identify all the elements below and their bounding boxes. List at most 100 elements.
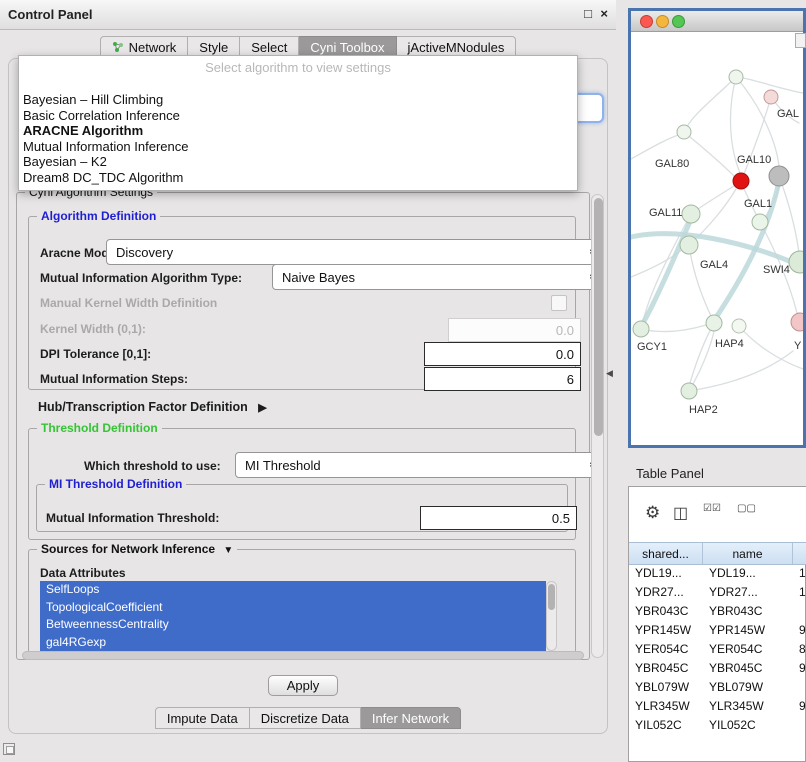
- column-header-2[interactable]: [793, 543, 806, 564]
- network-node[interactable]: [752, 214, 768, 230]
- table-cell[interactable]: YDL19...: [629, 563, 703, 582]
- network-node[interactable]: [732, 319, 746, 333]
- aracne-mode-combo[interactable]: Discovery ▲▼: [106, 239, 602, 265]
- network-node[interactable]: [764, 90, 778, 104]
- bottom-tab-discretize-data[interactable]: Discretize Data: [250, 707, 361, 729]
- table-row[interactable]: YPR145WYPR145W9.: [629, 620, 806, 639]
- table-cell[interactable]: YBL079W: [629, 677, 703, 696]
- apply-button[interactable]: Apply: [268, 675, 338, 696]
- table-cell[interactable]: YIL052C: [629, 715, 703, 734]
- algorithm-option-aracne-algorithm[interactable]: ARACNE Algorithm: [19, 123, 577, 139]
- settings-v-scrollbar-thumb[interactable]: [594, 198, 603, 436]
- settings-gear-icon[interactable]: ⚙: [645, 503, 660, 523]
- algorithm-option-bayesian-k2[interactable]: Bayesian – K2: [19, 154, 577, 170]
- hub-section-toggle[interactable]: Hub/Transcription Factor Definition ▶: [38, 400, 267, 414]
- minimize-traffic-light[interactable]: [656, 15, 669, 28]
- table-cell[interactable]: YPR145W: [629, 620, 703, 639]
- table-cell[interactable]: 9.: [793, 620, 806, 639]
- table-cell[interactable]: YLR345W: [703, 696, 793, 715]
- table-cell[interactable]: YIL052C: [703, 715, 793, 734]
- network-node[interactable]: [633, 321, 649, 337]
- bottom-tab-infer-network[interactable]: Infer Network: [361, 707, 461, 729]
- network-node[interactable]: [791, 313, 803, 331]
- attribute-item-topologicalcoefficient[interactable]: TopologicalCoefficient: [40, 599, 546, 617]
- table-cell[interactable]: 9.: [793, 658, 806, 677]
- algorithm-option-bayesian-hill-climbing[interactable]: Bayesian – Hill Climbing: [19, 92, 577, 108]
- close-traffic-light[interactable]: [640, 15, 653, 28]
- attribute-item-selfloops[interactable]: SelfLoops: [40, 581, 546, 599]
- network-scroll-corner[interactable]: [795, 33, 806, 48]
- undock-icon[interactable]: [3, 743, 15, 755]
- table-cell[interactable]: 8.: [793, 639, 806, 658]
- table-cell[interactable]: YDL19...: [703, 563, 793, 582]
- select-checked-icon[interactable]: ☑☑: [703, 503, 721, 514]
- splitter-collapse-icon[interactable]: ◀: [606, 368, 613, 379]
- table-cell[interactable]: 9.: [793, 696, 806, 715]
- table-cell[interactable]: YER054C: [629, 639, 703, 658]
- table-cell[interactable]: YBR045C: [629, 658, 703, 677]
- control-panel-titlebar: Control Panel □ ×: [0, 0, 616, 30]
- algorithm-option-dream8-dc-tdc-algorithm[interactable]: Dream8 DC_TDC Algorithm: [19, 170, 577, 186]
- mi-steps-field[interactable]: 6: [424, 367, 581, 391]
- select-unchecked-icon[interactable]: ▢▢: [737, 503, 756, 514]
- table-cell[interactable]: YBR045C: [703, 658, 793, 677]
- manual-kernel-checkbox[interactable]: [551, 295, 567, 311]
- algorithm-option-basic-correlation-inference[interactable]: Basic Correlation Inference: [19, 108, 577, 124]
- table-cell[interactable]: 12: [793, 582, 806, 601]
- table-cell[interactable]: YDR27...: [703, 582, 793, 601]
- table-row[interactable]: YLR345WYLR345W9.: [629, 696, 806, 715]
- algorithm-option-list: Bayesian – Hill ClimbingBasic Correlatio…: [19, 92, 577, 185]
- algorithm-option-mutual-information-inference[interactable]: Mutual Information Inference: [19, 139, 577, 155]
- network-node[interactable]: [769, 166, 789, 186]
- attributes-scrollbar-thumb[interactable]: [548, 584, 555, 610]
- tab-label: Cyni Toolbox: [310, 40, 384, 55]
- dpi-tolerance-field[interactable]: 0.0: [424, 342, 581, 366]
- network-node[interactable]: [677, 125, 691, 139]
- table-cell[interactable]: [793, 677, 806, 696]
- network-node[interactable]: [729, 70, 743, 84]
- table-cell[interactable]: [793, 601, 806, 620]
- mi-type-combo[interactable]: Naive Bayes ▲▼: [272, 264, 602, 290]
- table-cell[interactable]: YER054C: [703, 639, 793, 658]
- table-cell[interactable]: YBR043C: [629, 601, 703, 620]
- network-node[interactable]: [680, 236, 698, 254]
- table-row[interactable]: YDR27...YDR27...12: [629, 582, 806, 601]
- table-toolbar: ⚙ ◫ ☑☑ ▢▢: [629, 487, 806, 542]
- kernel-width-field[interactable]: 0.0: [448, 318, 581, 342]
- network-node[interactable]: [733, 173, 749, 189]
- table-cell[interactable]: YLR345W: [629, 696, 703, 715]
- settings-v-scrollbar[interactable]: [591, 194, 604, 658]
- table-cell[interactable]: YDR27...: [629, 582, 703, 601]
- float-window-icon[interactable]: □: [584, 6, 592, 21]
- table-row[interactable]: YIL052CYIL052C: [629, 715, 806, 734]
- table-row[interactable]: YDL19...YDL19...13: [629, 563, 806, 582]
- attribute-item-betweennesscentrality[interactable]: BetweennessCentrality: [40, 616, 546, 634]
- mi-threshold-field[interactable]: 0.5: [420, 506, 577, 530]
- settings-h-scrollbar[interactable]: [22, 651, 584, 660]
- table-cell[interactable]: [793, 715, 806, 734]
- network-node[interactable]: [789, 251, 803, 273]
- attributes-scrollbar[interactable]: [546, 581, 557, 651]
- network-node[interactable]: [682, 205, 700, 223]
- network-node[interactable]: [681, 383, 697, 399]
- table-cell[interactable]: 13: [793, 563, 806, 582]
- table-row[interactable]: YBR043CYBR043C: [629, 601, 806, 620]
- table-row[interactable]: YBR045CYBR045C9.: [629, 658, 806, 677]
- sources-group-toggle[interactable]: Sources for Network Inference ▼: [37, 542, 237, 556]
- table-row[interactable]: YER054CYER054C8.: [629, 639, 806, 658]
- table-row[interactable]: YBL079WYBL079W: [629, 677, 806, 696]
- zoom-traffic-light[interactable]: [672, 15, 685, 28]
- attribute-item-gal4rgexp[interactable]: gal4RGexp: [40, 634, 546, 652]
- table-cell[interactable]: YBL079W: [703, 677, 793, 696]
- network-node[interactable]: [706, 315, 722, 331]
- column-header-name[interactable]: name: [703, 543, 793, 564]
- bottom-tab-impute-data[interactable]: Impute Data: [155, 707, 250, 729]
- table-cell[interactable]: YPR145W: [703, 620, 793, 639]
- columns-icon[interactable]: ◫: [673, 503, 688, 523]
- column-header-shared-[interactable]: shared...: [629, 543, 703, 564]
- network-canvas[interactable]: GAL80GAL10GAL11GAL1SWI4GAL4GCY1HAP4HAP2G…: [631, 31, 803, 445]
- which-threshold-combo[interactable]: MI Threshold ▲▼: [235, 452, 602, 478]
- table-cell[interactable]: YBR043C: [703, 601, 793, 620]
- close-icon[interactable]: ×: [600, 6, 608, 21]
- network-edge: [684, 132, 734, 176]
